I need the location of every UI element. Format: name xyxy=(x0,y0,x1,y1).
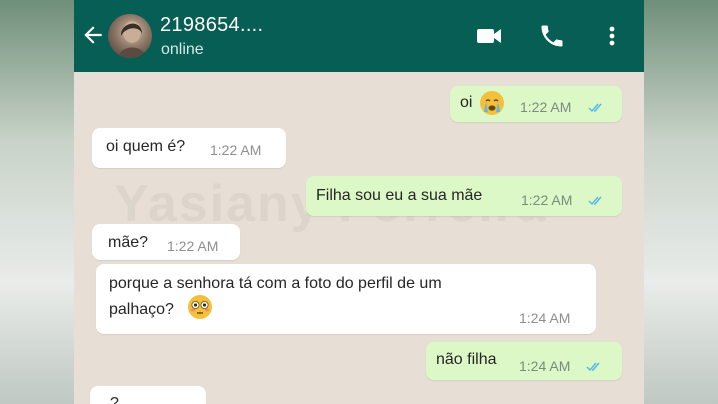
message-text: oi xyxy=(460,94,473,111)
read-ticks-icon xyxy=(588,196,602,206)
read-ticks-icon xyxy=(586,362,600,372)
more-vertical-icon[interactable] xyxy=(602,22,622,50)
message-text: mãe? xyxy=(108,234,149,251)
message-text: não filha xyxy=(436,351,497,368)
message-bubble[interactable]: Filha sou eu a sua mãe 1:22 AM xyxy=(306,176,622,216)
message-time: 1:22 AM xyxy=(167,238,219,254)
contact-avatar[interactable] xyxy=(108,14,152,58)
message-text: oi quem é? xyxy=(106,138,186,155)
message-time: 1:22 AM xyxy=(520,99,572,115)
message-text: ? xyxy=(110,395,119,404)
message-text: porque a senhora tá com a foto do perfil… xyxy=(109,275,442,292)
crying-face-emoji xyxy=(480,91,504,115)
flushed-face-emoji xyxy=(188,295,212,319)
message-bubble[interactable]: oi quem é? 1:22 AM xyxy=(92,128,286,168)
message-bubble[interactable]: não filha 1:24 AM xyxy=(426,342,622,380)
message-time: 1:22 AM xyxy=(521,192,573,208)
message-bubble[interactable]: mãe? 1:22 AM xyxy=(92,224,240,260)
message-list[interactable]: Yasiany Ferreira oi 1:22 AM oi quem é? 1… xyxy=(74,72,644,404)
chat-header: 2198654.... online xyxy=(74,0,644,72)
arrow-left-icon[interactable] xyxy=(80,22,106,48)
chat-screen: 2198654.... online Yasiany Ferreira oi xyxy=(74,0,644,404)
message-bubble[interactable]: ? xyxy=(90,386,206,404)
video-call-icon[interactable] xyxy=(474,22,504,50)
phone-icon[interactable] xyxy=(537,22,567,50)
video-frame-right xyxy=(644,0,718,404)
message-text: palhaço? xyxy=(109,301,174,318)
message-time: 1:24 AM xyxy=(519,310,571,326)
message-time: 1:22 AM xyxy=(210,142,262,158)
message-bubble[interactable]: porque a senhora tá com a foto do perfil… xyxy=(96,264,596,334)
video-frame-left xyxy=(0,0,74,404)
contact-status: online xyxy=(161,41,204,58)
read-ticks-icon xyxy=(588,103,602,113)
message-time: 1:24 AM xyxy=(519,358,571,374)
message-text: Filha sou eu a sua mãe xyxy=(316,187,483,204)
message-bubble[interactable]: oi 1:22 AM xyxy=(450,86,622,122)
contact-name[interactable]: 2198654.... xyxy=(160,14,263,37)
